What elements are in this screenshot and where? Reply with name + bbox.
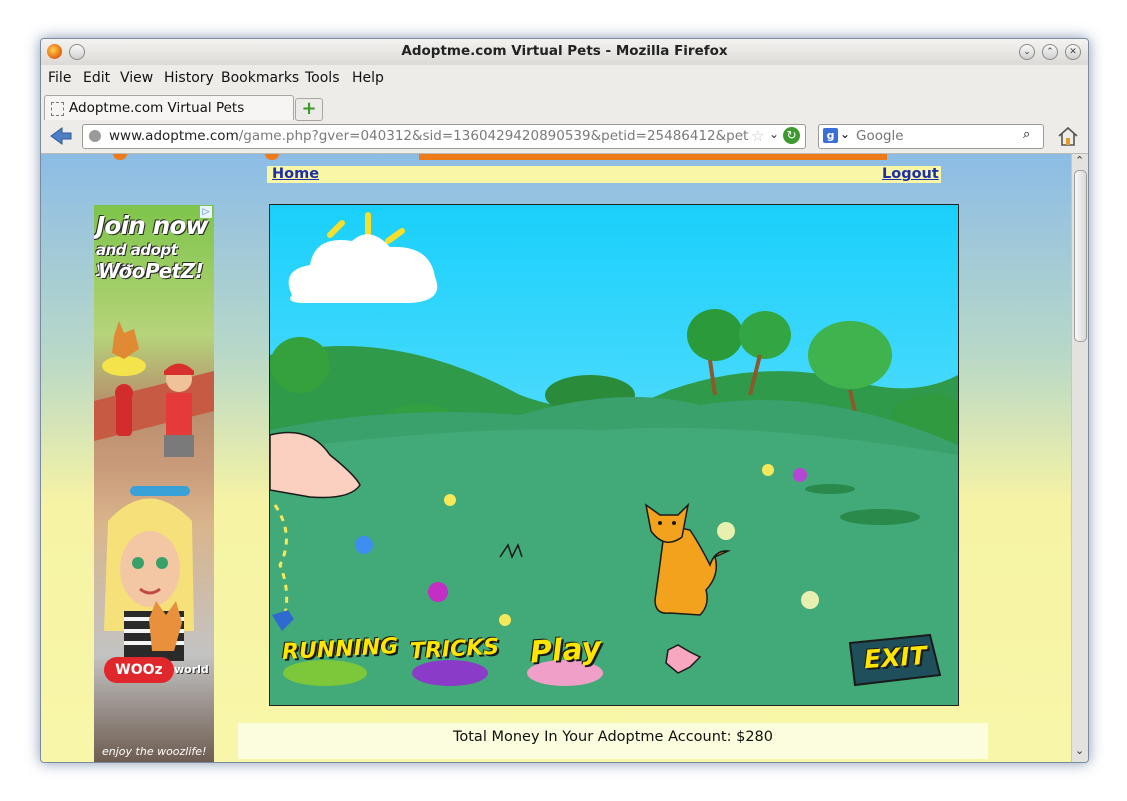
url-path: /game.php?gver=040312&sid=13604294208905… [238,128,749,144]
minimize-button[interactable]: ⌄ [1019,44,1035,60]
page-icon [51,102,64,116]
tab-adoptme[interactable]: Adoptme.com Virtual Pets [44,95,294,120]
home-link[interactable]: Home [272,166,319,182]
navigation-bar: www.adoptme.com/game.php?gver=040312&sid… [41,121,1088,154]
ad-tagline: enjoy the woozlife! [102,745,207,758]
reload-button[interactable]: ↻ [783,127,800,144]
menu-bar: File Edit View History Bookmarks Tools H… [41,66,1088,90]
maximize-button[interactable]: ⌃ [1042,44,1058,60]
browser-window: Adoptme.com Virtual Pets - Mozilla Firef… [40,38,1089,763]
account-money-text: Total Money In Your Adoptme Account: $28… [452,729,774,745]
tab-label: Adoptme.com Virtual Pets [69,100,245,116]
tricks-button[interactable]: TRICKS [409,635,499,665]
new-tab-button[interactable]: + [295,98,323,121]
ad-headline-1: Join now [96,211,209,240]
flower-button[interactable] [662,641,706,677]
site-identity-icon [89,130,101,142]
search-engine-dropdown-icon[interactable]: ⌄ [840,127,850,141]
orange-logo-fragment [113,154,127,160]
home-icon [1058,126,1078,146]
scroll-up-arrow-icon[interactable]: ⌃ [1075,154,1084,167]
page-content: Home Logout ▷ Join now and adopt your Wo… [41,154,1071,762]
url-domain: www.adoptme.com [109,128,239,144]
wooz-logo: WOOz [104,657,174,683]
menu-history[interactable]: History [164,70,214,86]
logout-link[interactable]: Logout [882,166,939,182]
wooz-world-text: world [174,663,209,676]
play-button[interactable]: Play [529,631,602,671]
wooz-logo-text: WOOz [115,662,163,678]
exit-button[interactable]: EXIT [863,641,928,674]
ad-headline-3: WooPetZ! [98,259,204,283]
home-button[interactable] [1056,125,1080,147]
binoculars-search-icon[interactable]: ⌕ [1023,127,1030,142]
menu-view[interactable]: View [120,70,153,86]
url-text: www.adoptme.com/game.php?gver=040312&sid… [109,128,749,144]
scrollbar-thumb[interactable] [1074,170,1087,342]
vertical-scrollbar[interactable]: ⌃ ⌄ [1071,154,1088,762]
search-bar[interactable]: g ⌄ ⌕ [818,124,1044,149]
menu-edit[interactable]: Edit [83,70,110,86]
menu-bookmarks[interactable]: Bookmarks [221,70,299,86]
account-money-panel: Total Money In Your Adoptme Account: $28… [238,723,988,759]
title-bar: Adoptme.com Virtual Pets - Mozilla Firef… [41,39,1088,65]
ad-illustration [94,321,214,661]
dropdown-arrow-icon[interactable]: ⌄ [769,127,779,141]
link-bar: Home Logout [267,166,941,183]
orange-header-strip [419,154,887,160]
back-arrow-icon [50,127,72,145]
pet-game-canvas[interactable]: RUNNING TRICKS Play EXIT [269,204,959,706]
bookmark-star-icon[interactable]: ☆ [751,127,764,145]
orange-logo-fragment-2 [265,154,279,160]
menu-file[interactable]: File [48,70,71,86]
url-bar[interactable]: www.adoptme.com/game.php?gver=040312&sid… [82,124,806,149]
advertisement-banner[interactable]: ▷ Join now and adopt your WooPetZ! WOOz … [94,205,214,762]
menu-help[interactable]: Help [352,70,384,86]
game-scene [270,205,958,705]
google-g-icon[interactable]: g [823,128,838,143]
close-button[interactable]: ✕ [1065,44,1081,60]
search-input[interactable] [854,126,1018,146]
scroll-down-arrow-icon[interactable]: ⌄ [1075,744,1084,757]
menu-tools[interactable]: Tools [305,70,340,86]
tab-bar: Adoptme.com Virtual Pets + [41,92,1088,121]
back-button[interactable] [48,125,74,147]
window-title: Adoptme.com Virtual Pets - Mozilla Firef… [401,43,728,59]
